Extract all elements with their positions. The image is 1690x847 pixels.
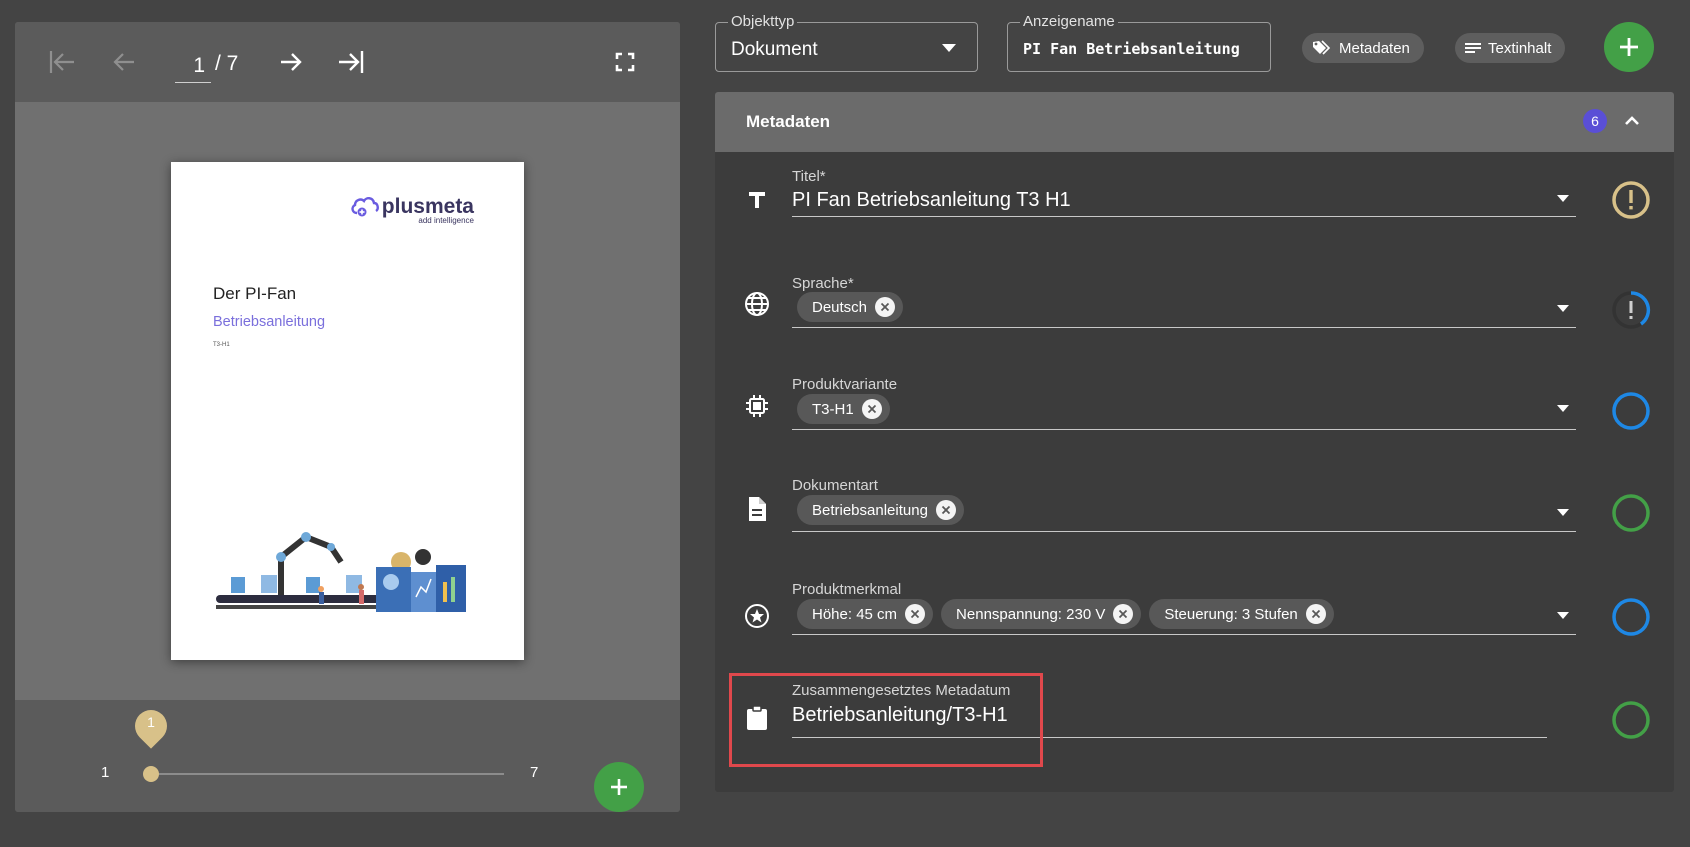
document-heading: Der PI-Fan	[213, 284, 297, 303]
chevron-down-icon[interactable]	[1555, 302, 1571, 314]
add-button[interactable]	[1604, 22, 1654, 72]
produktmerkmal-chips: Höhe: 45 cm Nennspannung: 230 V Steuerun…	[797, 599, 1334, 629]
close-icon[interactable]	[875, 297, 896, 317]
metadata-row-dokumentart: Dokumentart Betriebsanleitung	[715, 468, 1674, 568]
chip[interactable]: Deutsch	[797, 292, 904, 322]
plus-icon	[611, 779, 627, 795]
metadaten-button-label: Metadaten	[1339, 39, 1410, 57]
page-canvas: plusmeta add intelligence Der PI-Fan Bet…	[15, 102, 680, 700]
produktvariante-label: Produktvariante	[792, 376, 898, 393]
metadata-header[interactable]: Metadaten 6	[715, 92, 1674, 152]
objekttyp-value: Dokument	[731, 39, 818, 60]
document-viewer: 1 / 7 plusmeta add intelligence Der PI-F…	[15, 22, 680, 812]
titel-value[interactable]: PI Fan Betriebsanleitung T3 H1	[792, 189, 1071, 212]
page-current-input[interactable]: 1	[175, 52, 211, 83]
add-page-button[interactable]	[594, 762, 644, 812]
document-page: plusmeta add intelligence Der PI-Fan Bet…	[171, 162, 524, 660]
metadata-count-badge: 6	[1583, 109, 1607, 133]
titel-label: Titel*	[792, 168, 826, 185]
document-subheading: Betriebsanleitung	[213, 314, 326, 330]
sprache-underline	[792, 327, 1576, 328]
star-icon	[743, 602, 771, 630]
textinhalt-button[interactable]: Textinhalt	[1455, 33, 1566, 63]
last-page-icon[interactable]	[333, 44, 369, 80]
plusmeta-logo: plusmeta add intelligence	[350, 194, 474, 225]
chip[interactable]: Nennspannung: 230 V	[941, 599, 1142, 629]
dropdown-arrow-icon	[942, 44, 956, 52]
dokumentart-underline	[792, 531, 1576, 532]
produktvariante-chips: T3-H1	[797, 394, 890, 424]
close-icon[interactable]	[1113, 604, 1134, 624]
page-counter: 1 / 7	[175, 52, 238, 86]
anzeigename-field[interactable]: Anzeigename PI Fan Betriebsanleitung	[1007, 13, 1271, 72]
titel-underline	[792, 216, 1576, 217]
dokumentart-label: Dokumentart	[792, 477, 878, 494]
metadata-row-sprache: Sprache* Deutsch	[715, 264, 1674, 364]
metadaten-button[interactable]: Metadaten	[1302, 33, 1424, 63]
dokumentart-chips: Betriebsanleitung	[797, 495, 964, 525]
sprache-chips: Deutsch	[797, 292, 904, 322]
status-circle-icon	[1612, 598, 1650, 636]
close-icon[interactable]	[935, 500, 956, 520]
chevron-down-icon[interactable]	[1555, 609, 1571, 621]
objekttyp-select[interactable]: Objekttyp Dokument	[715, 13, 978, 72]
arrow-left-icon[interactable]	[106, 44, 142, 80]
metadata-row-produktmerkmal: Produktmerkmal Höhe: 45 cm Nennspannung:…	[715, 570, 1674, 670]
chip[interactable]: Steuerung: 3 Stufen	[1149, 599, 1334, 629]
status-circle-icon	[1612, 494, 1650, 532]
produktvariante-underline	[792, 429, 1576, 430]
chip[interactable]: Höhe: 45 cm	[797, 599, 934, 629]
tags-icon	[1312, 40, 1332, 56]
page-slider-track[interactable]	[150, 773, 504, 775]
fullscreen-icon[interactable]	[607, 44, 643, 80]
chevron-down-icon[interactable]	[1555, 402, 1571, 414]
anzeigename-label: Anzeigename	[1020, 13, 1118, 30]
sprache-label: Sprache*	[792, 275, 854, 292]
factory-illustration	[216, 532, 466, 612]
highlight-box	[729, 673, 1043, 767]
status-circle-icon	[1612, 392, 1650, 430]
slider-min-label: 1	[101, 764, 110, 781]
close-icon[interactable]	[905, 604, 926, 624]
chevron-down-icon[interactable]	[1555, 192, 1571, 204]
produktmerkmal-label: Produktmerkmal	[792, 581, 902, 598]
arrow-right-icon[interactable]	[273, 44, 309, 80]
warning-status-icon	[1612, 181, 1650, 219]
chip-icon	[743, 392, 771, 420]
page-slider-area: 1 1 7	[15, 700, 680, 812]
slider-value-label: 1	[147, 714, 155, 730]
objekttyp-label: Objekttyp	[728, 13, 798, 30]
anzeigename-value: PI Fan Betriebsanleitung	[1023, 40, 1240, 58]
document-icon	[743, 495, 771, 523]
chevron-up-icon[interactable]	[1619, 108, 1645, 134]
document-variant-label: T3-H1	[213, 342, 230, 348]
loading-status-icon	[1612, 291, 1651, 329]
slider-max-label: 7	[530, 764, 539, 781]
status-circle-icon	[1612, 701, 1650, 739]
text-lines-icon	[1465, 42, 1481, 54]
page-slider-thumb[interactable]	[143, 766, 159, 782]
chevron-down-icon[interactable]	[1555, 506, 1571, 518]
chip[interactable]: Betriebsanleitung	[797, 495, 964, 525]
first-page-icon[interactable]	[44, 44, 80, 80]
plus-icon	[1620, 38, 1638, 56]
metadata-row-titel: Titel* PI Fan Betriebsanleitung T3 H1	[715, 162, 1674, 262]
metadata-row-produktvariante: Produktvariante T3-H1	[715, 366, 1674, 466]
produktmerkmal-underline	[792, 634, 1576, 635]
textinhalt-button-label: Textinhalt	[1488, 39, 1552, 57]
chip[interactable]: T3-H1	[797, 394, 890, 424]
close-icon[interactable]	[861, 399, 882, 419]
metadata-title: Metadaten	[746, 112, 831, 131]
page-total: / 7	[215, 52, 239, 75]
globe-icon	[743, 290, 771, 318]
text-icon	[743, 186, 771, 214]
viewer-toolbar: 1 / 7	[15, 22, 680, 102]
close-icon[interactable]	[1305, 604, 1326, 624]
